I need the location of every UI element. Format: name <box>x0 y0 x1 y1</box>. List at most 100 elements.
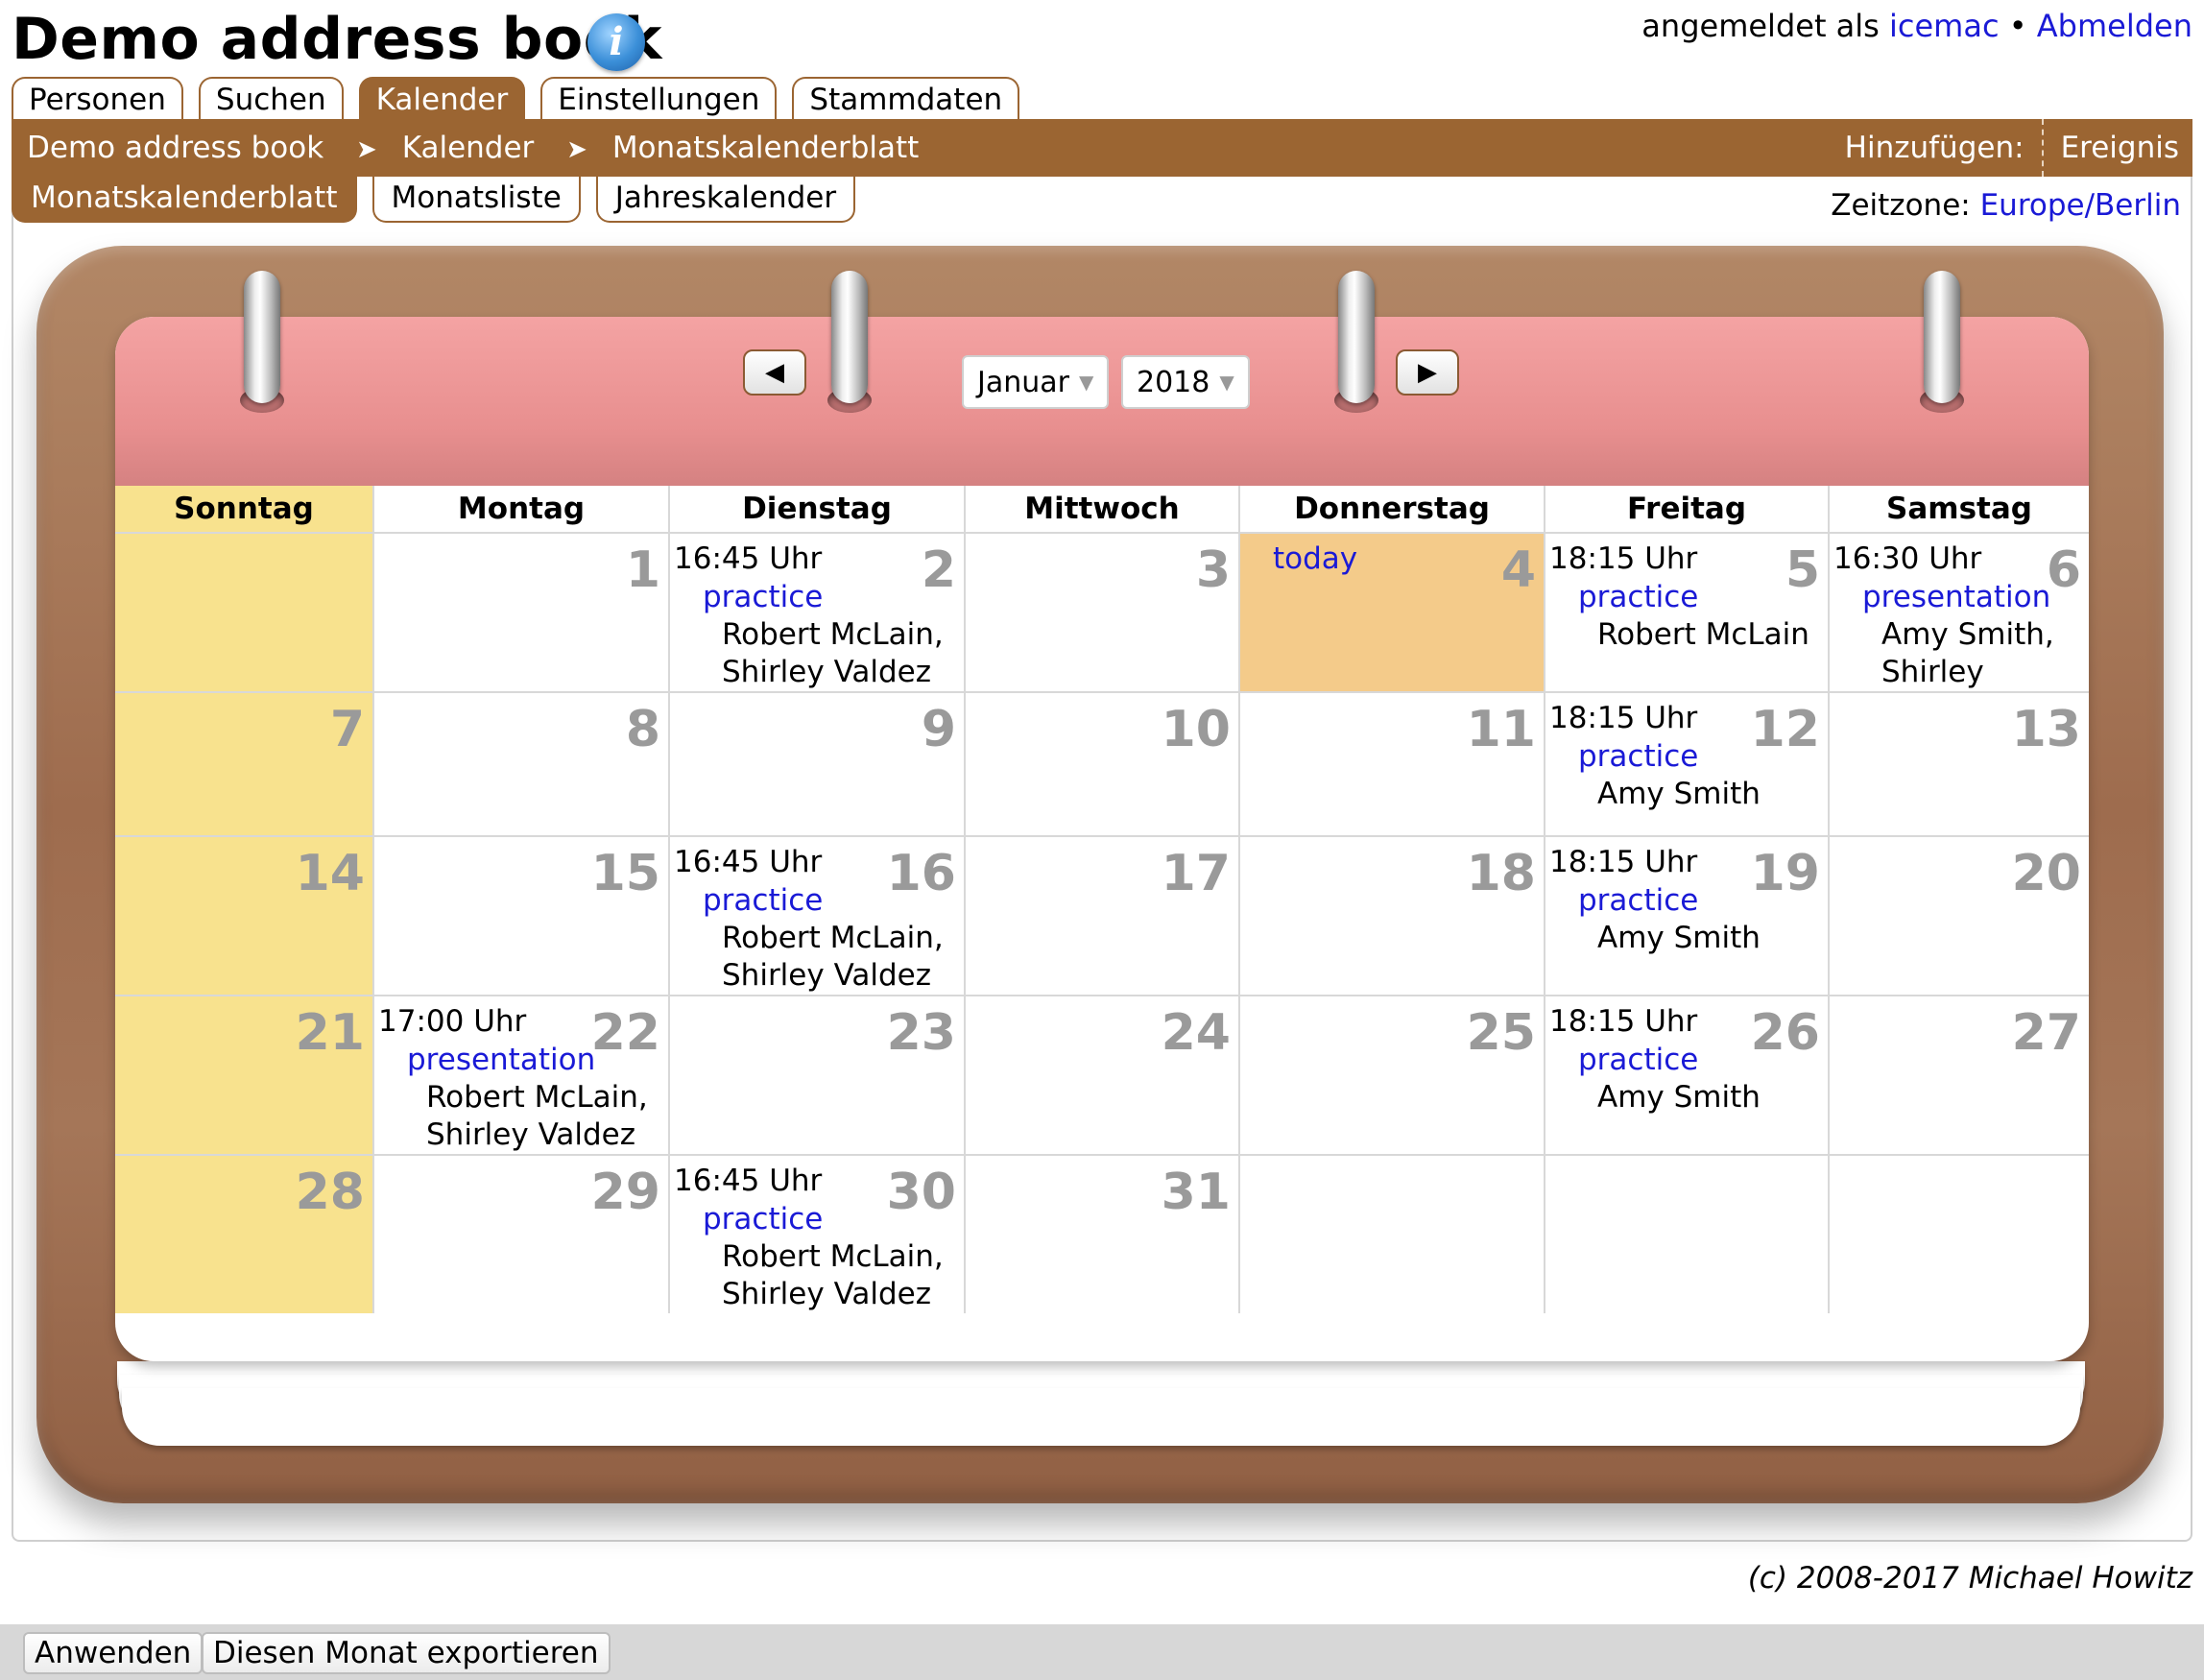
export-month-button[interactable]: Diesen Monat exportieren <box>202 1632 611 1674</box>
event-time: 18:15 Uhr <box>1549 541 1698 576</box>
day-number: 16 <box>886 845 956 902</box>
calendar-day-cell[interactable]: 19 18:15 Uhr practice Amy Smith <box>1544 835 1828 995</box>
calendar-day-cell[interactable]: 6 16:30 Uhr presentation Amy Smith, Shirley … <box>1828 532 2089 727</box>
day-number: 19 <box>1750 845 1820 902</box>
event-title-link[interactable]: practice <box>703 883 823 918</box>
calendar-ring-icon <box>1329 271 1384 413</box>
calendar-day-cell[interactable]: 5 18:15 Uhr practice Robert McLain <box>1544 532 1828 691</box>
calendar-day-cell[interactable]: 31 <box>964 1154 1238 1313</box>
calendar-day-cell[interactable]: 13 <box>1828 691 2089 835</box>
calendar-day-cell[interactable] <box>115 532 372 691</box>
weekday-header-samstag: Samstag <box>1828 486 2089 532</box>
calendar-day-cell[interactable]: 30 16:45 Uhr practice Robert McLain, Shirley… <box>668 1154 964 1313</box>
calendar-day-cell[interactable]: 27 <box>1828 995 2089 1154</box>
breadcrumb-item-kalender[interactable]: Kalender <box>402 131 535 165</box>
calendar-day-cell[interactable]: 21 <box>115 995 372 1154</box>
event-title-link[interactable]: presentation <box>1862 580 2050 614</box>
calendar-day-cell[interactable]: 17 <box>964 835 1238 995</box>
calendar-day-cell[interactable]: 14 <box>115 835 372 995</box>
calendar-day-cell[interactable]: 4 today <box>1238 532 1544 691</box>
day-number: 8 <box>625 701 660 758</box>
day-number: 2 <box>921 541 956 599</box>
day-number: 18 <box>1466 845 1536 902</box>
day-number: 20 <box>2011 845 2081 902</box>
event-participants: Robert McLain <box>1597 616 1809 654</box>
event-participants: Amy Smith <box>1597 1079 1761 1116</box>
event-time: 18:15 Uhr <box>1549 845 1698 879</box>
tab-stammdaten[interactable]: Stammdaten <box>792 77 1020 119</box>
calendar-day-cell[interactable]: 11 <box>1238 691 1544 835</box>
event-title-link[interactable]: practice <box>1578 883 1698 918</box>
calendar-day-cell[interactable] <box>1828 1154 2089 1313</box>
day-number: 26 <box>1750 1004 1820 1062</box>
calendar-day-cell[interactable]: 9 <box>668 691 964 835</box>
day-number: 3 <box>1195 541 1231 599</box>
breadcrumb-item-home[interactable]: Demo address book <box>27 131 323 165</box>
calendar-day-cell[interactable]: 28 <box>115 1154 372 1313</box>
month-select[interactable]: Januar ▼ <box>962 355 1110 409</box>
calendar-day-cell[interactable]: 18 <box>1238 835 1544 995</box>
username-link[interactable]: icemac <box>1889 8 2000 44</box>
add-event-link[interactable]: Ereignis <box>2044 119 2179 177</box>
day-number: 27 <box>2011 1004 2081 1062</box>
timezone-link[interactable]: Europe/Berlin <box>1980 188 2181 223</box>
event-title-link[interactable]: practice <box>1578 1043 1698 1077</box>
subtab-jahreskalender[interactable]: Jahreskalender <box>595 177 856 223</box>
event-title-link[interactable]: practice <box>1578 580 1698 614</box>
tab-personen[interactable]: Personen <box>12 77 183 119</box>
login-bullet: • <box>2008 8 2027 44</box>
event-title-link[interactable]: practice <box>703 1202 823 1236</box>
calendar-ring-icon <box>822 271 877 413</box>
day-number: 5 <box>1785 541 1820 599</box>
info-icon[interactable]: i <box>587 13 645 71</box>
copyright: (c) 2008-2017 Michael Howitz <box>1747 1561 2192 1596</box>
calendar-day-cell[interactable] <box>1544 1154 1828 1313</box>
day-number: 9 <box>921 701 956 758</box>
breadcrumb-item-current[interactable]: Monatskalenderblatt <box>612 131 920 165</box>
day-number: 21 <box>295 1004 365 1062</box>
year-select[interactable]: 2018 ▼ <box>1121 355 1250 409</box>
event-participants: Amy Smith <box>1597 920 1761 957</box>
calendar-day-cell[interactable] <box>1238 1154 1544 1313</box>
apply-button[interactable]: Anwenden <box>23 1632 204 1674</box>
tab-einstellungen[interactable]: Einstellungen <box>540 77 778 119</box>
event-participant: Amy Smith <box>1597 921 1761 955</box>
event-participant: Shirley Valdez <box>426 1117 635 1152</box>
chevron-down-icon: ▼ <box>1219 371 1234 394</box>
day-number: 4 <box>1500 541 1536 599</box>
event-participants: Robert McLain, Shirley Valdez <box>722 1238 944 1313</box>
calendar-day-cell[interactable]: 1 <box>372 532 668 691</box>
next-month-button[interactable]: ▶ <box>1396 349 1459 396</box>
calendar-day-cell[interactable]: 23 <box>668 995 964 1154</box>
day-number: 22 <box>590 1004 660 1062</box>
subtab-monatsliste[interactable]: Monatsliste <box>371 177 581 223</box>
event-title-link[interactable]: practice <box>703 580 823 614</box>
calendar-day-cell[interactable]: 20 <box>1828 835 2089 995</box>
calendar-day-cell[interactable]: 12 18:15 Uhr practice Amy Smith <box>1544 691 1828 835</box>
calendar-day-cell[interactable]: 10 <box>964 691 1238 835</box>
calendar-day-cell[interactable]: 3 <box>964 532 1238 691</box>
day-number: 15 <box>590 845 660 902</box>
calendar-day-cell[interactable]: 2 16:45 Uhr practice Robert McLain, Shirley … <box>668 532 964 691</box>
logout-link[interactable]: Abmelden <box>2037 8 2192 44</box>
event-title-link[interactable]: practice <box>1578 739 1698 774</box>
event-participant: Robert McLain, <box>722 1239 944 1274</box>
subtab-monatskalenderblatt[interactable]: Monatskalenderblatt <box>12 177 357 223</box>
calendar-day-cell[interactable]: 22 17:00 Uhr presentation Robert McLain, Shi… <box>372 995 668 1154</box>
calendar-day-cell[interactable]: 16 16:45 Uhr practice Robert McLain, Shirley… <box>668 835 964 995</box>
calendar-day-cell[interactable]: 25 <box>1238 995 1544 1154</box>
day-number: 30 <box>886 1164 956 1221</box>
calendar-day-cell[interactable]: 7 <box>115 691 372 835</box>
calendar-day-cell[interactable]: 8 <box>372 691 668 835</box>
event-title-link[interactable]: presentation <box>407 1043 595 1077</box>
main-tabs: Personen Suchen Kalender Einstellungen S… <box>12 77 1020 120</box>
day-number: 24 <box>1161 1004 1231 1062</box>
tab-suchen[interactable]: Suchen <box>198 77 344 119</box>
prev-month-button[interactable]: ◀ <box>743 349 806 396</box>
calendar-day-cell[interactable]: 26 18:15 Uhr practice Amy Smith <box>1544 995 1828 1154</box>
calendar-day-cell[interactable]: 24 <box>964 995 1238 1154</box>
calendar-day-cell[interactable]: 29 <box>372 1154 668 1313</box>
event-participant: Amy Smith <box>1597 1080 1761 1115</box>
tab-kalender[interactable]: Kalender <box>358 77 526 119</box>
calendar-day-cell[interactable]: 15 <box>372 835 668 995</box>
